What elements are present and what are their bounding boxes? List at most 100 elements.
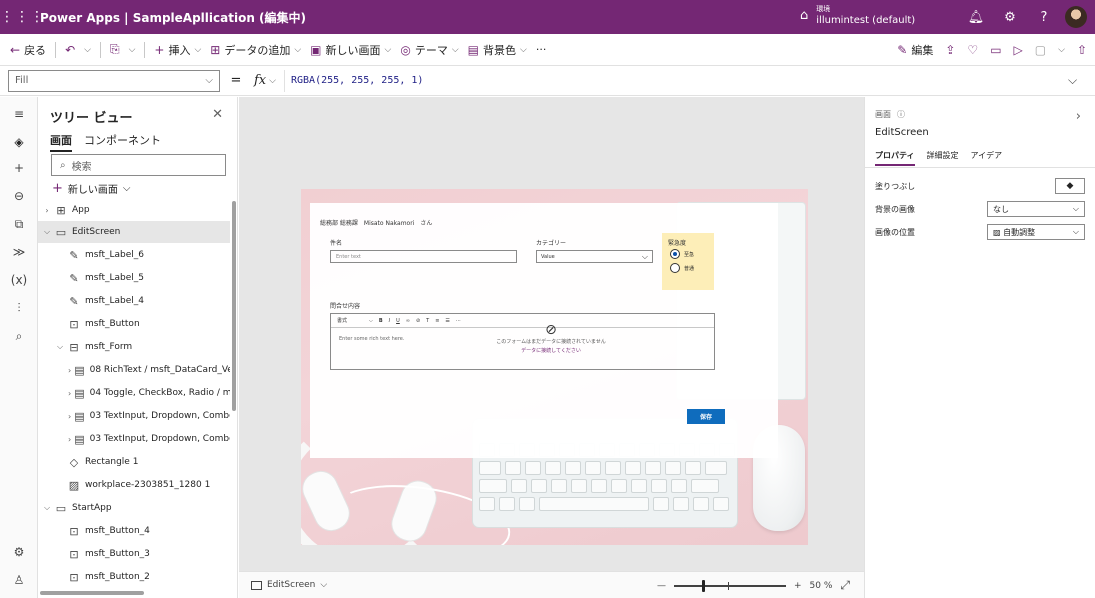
- image-position-dropdown[interactable]: ▨ 自動調整 ⌵: [987, 224, 1085, 240]
- chevron-down-icon[interactable]: ⌵: [55, 342, 65, 352]
- paste-button[interactable]: ⎘: [110, 42, 120, 57]
- text-style-dropdown[interactable]: 書式: [337, 317, 347, 324]
- tree-node-button[interactable]: ⊡ msft_Button_4: [38, 520, 230, 542]
- variables-icon[interactable]: (x): [0, 273, 38, 287]
- tree-node-app[interactable]: › ⊞ App: [38, 199, 230, 221]
- underline-icon[interactable]: U: [396, 318, 400, 324]
- chevron-right-icon[interactable]: ›: [68, 435, 71, 444]
- connect-data-link[interactable]: データに接続してください: [481, 347, 621, 354]
- paste-menu-button[interactable]: ⌵: [129, 45, 136, 55]
- subject-input[interactable]: Enter text: [330, 250, 517, 263]
- save-button[interactable]: 保存: [687, 409, 725, 424]
- tree-node-image[interactable]: ▨ workplace-2303851_1280 1: [38, 474, 230, 496]
- screen-selector[interactable]: EditScreen ⌵: [251, 580, 327, 590]
- fit-to-window-icon[interactable]: ⤢: [840, 578, 850, 593]
- urgency-option-normal[interactable]: 普通: [670, 263, 694, 273]
- chevron-right-icon[interactable]: ›: [42, 206, 52, 215]
- hamburger-icon[interactable]: ≡: [0, 107, 38, 121]
- clear-format-icon[interactable]: T: [426, 318, 429, 324]
- tree-node-button[interactable]: ⊡ msft_Button_3: [38, 543, 230, 565]
- expand-formula-icon[interactable]: ⌵: [1068, 73, 1077, 88]
- link-icon[interactable]: ∞: [406, 318, 410, 324]
- data-icon[interactable]: ⊖: [0, 189, 38, 203]
- account-icon[interactable]: ♙: [0, 573, 38, 587]
- form-card[interactable]: 総務部 総務課 Misato Nakamori さん 件名 Enter text…: [310, 203, 778, 458]
- tree-node-datacard[interactable]: ›▤03 TextInput, Dropdown, ComboBo: [38, 428, 230, 450]
- tree-node-button[interactable]: ⊡ msft_Button_2: [38, 566, 230, 588]
- urgency-option-urgent[interactable]: 至急: [670, 249, 694, 259]
- tab-screens[interactable]: 画面: [50, 132, 72, 152]
- settings-icon[interactable]: ⚙: [0, 545, 38, 559]
- tree-vertical-scrollbar[interactable]: [232, 201, 236, 411]
- tree-node-datacard[interactable]: ›▤08 RichText / msft_DataCard_Vertic: [38, 359, 230, 381]
- tab-components[interactable]: コンポーネント: [84, 132, 161, 152]
- search-icon[interactable]: ⌕: [0, 329, 38, 344]
- help-icon[interactable]: ?: [1027, 10, 1061, 25]
- fill-color-picker[interactable]: ◆: [1055, 178, 1085, 194]
- app-launcher-icon[interactable]: ⋮⋮⋮: [0, 9, 44, 25]
- numbered-list-icon[interactable]: ≡: [435, 318, 439, 324]
- chevron-down-icon[interactable]: ⌵: [42, 503, 52, 513]
- tree-node-form[interactable]: ⌵ ⊟ msft_Form: [38, 336, 230, 358]
- undo-button[interactable]: ↶: [65, 43, 75, 57]
- gear-icon[interactable]: ⚙: [993, 10, 1027, 25]
- checker-icon[interactable]: ♡: [967, 43, 978, 57]
- tree-node-datacard[interactable]: ›▤04 Toggle, CheckBox, Radio / msft_: [38, 382, 230, 404]
- rich-text-editor[interactable]: 書式 ⌵ B I U ∞ ⊘ T ≡ ☰ ··· Enter some rich…: [330, 313, 715, 370]
- add-data-button[interactable]: ⊞ データの追加 ⌵: [210, 42, 301, 58]
- edit-button[interactable]: ✎ 編集: [897, 42, 933, 58]
- property-dropdown[interactable]: Fill ⌵: [8, 69, 220, 92]
- environment-selector[interactable]: ⌂ 環境 illumintest (default): [800, 4, 915, 26]
- zoom-out-button[interactable]: —: [657, 581, 666, 591]
- background-color-button[interactable]: ▤ 背景色 ⌵: [468, 42, 527, 58]
- tree-node-label[interactable]: ✎ msft_Label_5: [38, 267, 230, 289]
- category-dropdown[interactable]: Value ⌵: [536, 250, 653, 263]
- design-canvas[interactable]: 総務部 総務課 Misato Nakamori さん 件名 Enter text…: [239, 97, 864, 571]
- share-icon[interactable]: ⇪: [945, 43, 955, 57]
- undo-menu-button[interactable]: ⌵: [84, 45, 91, 55]
- close-icon[interactable]: ✕: [212, 107, 223, 122]
- italic-icon[interactable]: I: [389, 318, 390, 324]
- chevron-right-icon[interactable]: ›: [68, 412, 71, 421]
- publish-icon[interactable]: ⇧: [1077, 43, 1087, 57]
- save-icon[interactable]: ▢: [1035, 43, 1046, 57]
- theme-button[interactable]: ◎ テーマ ⌵: [400, 42, 458, 58]
- tab-ideas[interactable]: アイデア: [971, 150, 1003, 166]
- new-screen-button[interactable]: + 新しい画面 ⌵: [52, 181, 131, 196]
- chevron-down-icon[interactable]: ⌵: [1058, 45, 1065, 55]
- bg-image-dropdown[interactable]: なし ⌵: [987, 201, 1085, 217]
- help-icon[interactable]: ⓘ: [897, 109, 905, 120]
- more-icon[interactable]: ···: [456, 318, 461, 324]
- more-button[interactable]: ···: [536, 43, 547, 56]
- comment-icon[interactable]: ▭: [990, 43, 1001, 57]
- tab-advanced[interactable]: 詳細設定: [927, 150, 959, 166]
- tree-node-label[interactable]: ✎ msft_Label_6: [38, 244, 230, 266]
- play-icon[interactable]: ▷: [1014, 43, 1023, 57]
- fx-icon[interactable]: fx: [254, 73, 266, 88]
- tree-node-datacard[interactable]: ›▤03 TextInput, Dropdown, ComboBo: [38, 405, 230, 427]
- zoom-slider-thumb[interactable]: [701, 579, 705, 592]
- tree-node-startapp[interactable]: ⌵ ▭ StartApp: [38, 497, 230, 519]
- formula-input[interactable]: RGBA(255, 255, 255, 1): [283, 69, 1060, 92]
- bold-icon[interactable]: B: [379, 318, 383, 324]
- chevron-down-icon[interactable]: ⌵: [42, 227, 52, 237]
- back-button[interactable]: ← 戻る: [10, 42, 46, 58]
- zoom-in-button[interactable]: +: [794, 581, 802, 591]
- insert-icon[interactable]: +: [0, 161, 38, 175]
- avatar[interactable]: [1065, 6, 1087, 28]
- chevron-down-icon[interactable]: ⌵: [269, 76, 276, 86]
- tree-node-rectangle[interactable]: ◇ Rectangle 1: [38, 451, 230, 473]
- chevron-right-icon[interactable]: ›: [1076, 109, 1081, 124]
- bell-icon[interactable]: 🔔︎: [959, 10, 993, 25]
- insert-button[interactable]: + 挿入 ⌵: [154, 42, 201, 58]
- tree-node-button[interactable]: ⊡ msft_Button: [38, 313, 230, 335]
- tab-properties[interactable]: プロパティ: [875, 150, 915, 166]
- bullet-list-icon[interactable]: ☰: [445, 318, 449, 324]
- media-icon[interactable]: ⧉: [0, 217, 38, 232]
- power-automate-icon[interactable]: ≫: [0, 245, 38, 259]
- search-input[interactable]: ⌕ 検索: [51, 154, 226, 176]
- advanced-tools-icon[interactable]: ⫶: [0, 301, 38, 316]
- new-screen-button[interactable]: ▣ 新しい画面 ⌵: [310, 42, 391, 58]
- tree-view-icon[interactable]: ◈: [0, 135, 38, 149]
- zoom-slider[interactable]: [673, 579, 786, 592]
